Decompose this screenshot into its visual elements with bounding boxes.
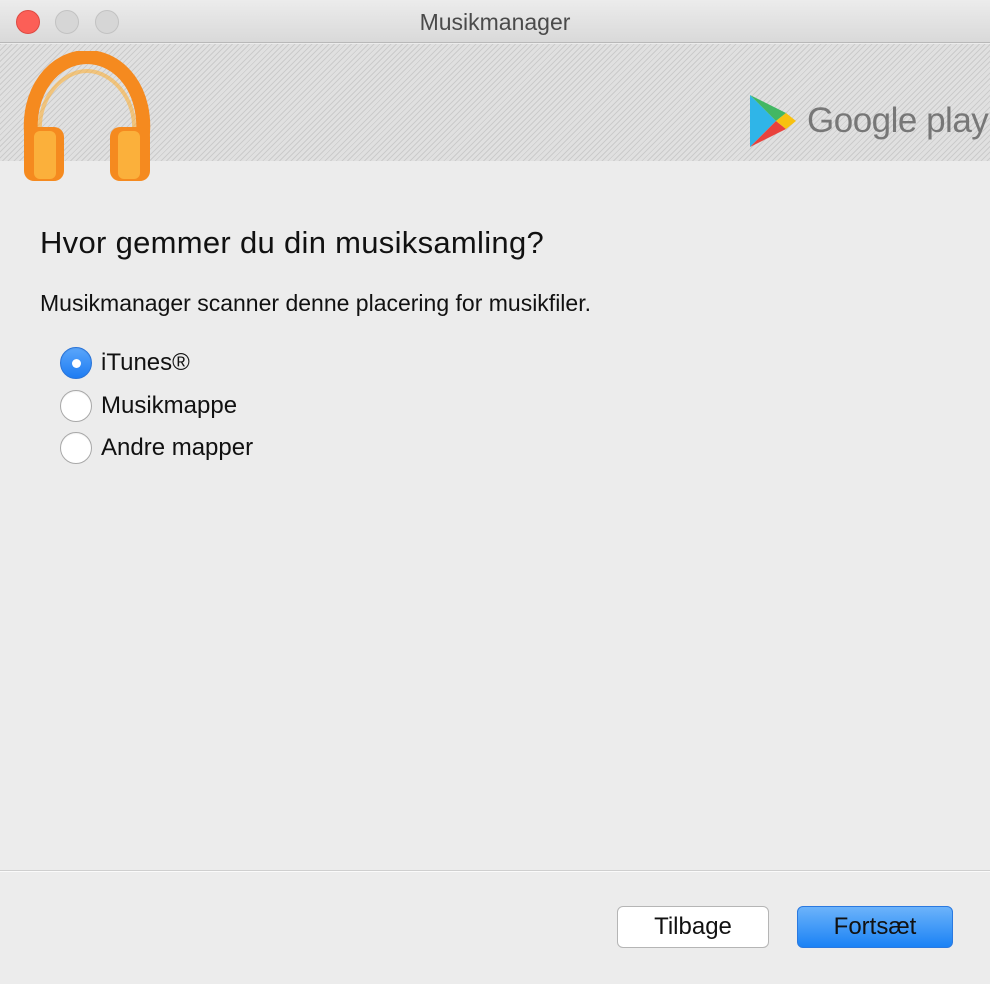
window-title: Musikmanager [419, 9, 571, 35]
radio-label-music-folder: Musikmappe [101, 392, 238, 419]
google-play-text: Google play [807, 101, 989, 140]
google-play-triangle-icon [750, 95, 796, 147]
google-play-logo: Google play [746, 93, 989, 151]
back-button[interactable]: Tilbage [617, 906, 769, 948]
page-heading: Hvor gemmer du din musiksamling? [40, 225, 545, 260]
music-manager-window: Musikmanager Google play Hvor gemmer du … [0, 0, 990, 984]
footer-divider [0, 870, 990, 872]
continue-button[interactable]: Fortsæt [797, 906, 953, 948]
radio-option-music-folder[interactable]: Musikmappe [60, 389, 237, 423]
radio-option-other-folders[interactable]: Andre mapper [60, 431, 253, 465]
radio-button-other-folders[interactable] [60, 432, 92, 464]
radio-label-itunes: iTunes® [101, 349, 190, 376]
headphones-icon [23, 51, 151, 181]
radio-label-other-folders: Andre mapper [101, 434, 254, 461]
page-description: Musikmanager scanner denne placering for… [40, 290, 591, 316]
radio-option-itunes[interactable]: iTunes® [60, 346, 190, 380]
radio-button-music-folder[interactable] [60, 390, 92, 422]
radio-button-itunes[interactable] [60, 347, 92, 379]
title-bar[interactable]: Musikmanager [0, 0, 990, 43]
